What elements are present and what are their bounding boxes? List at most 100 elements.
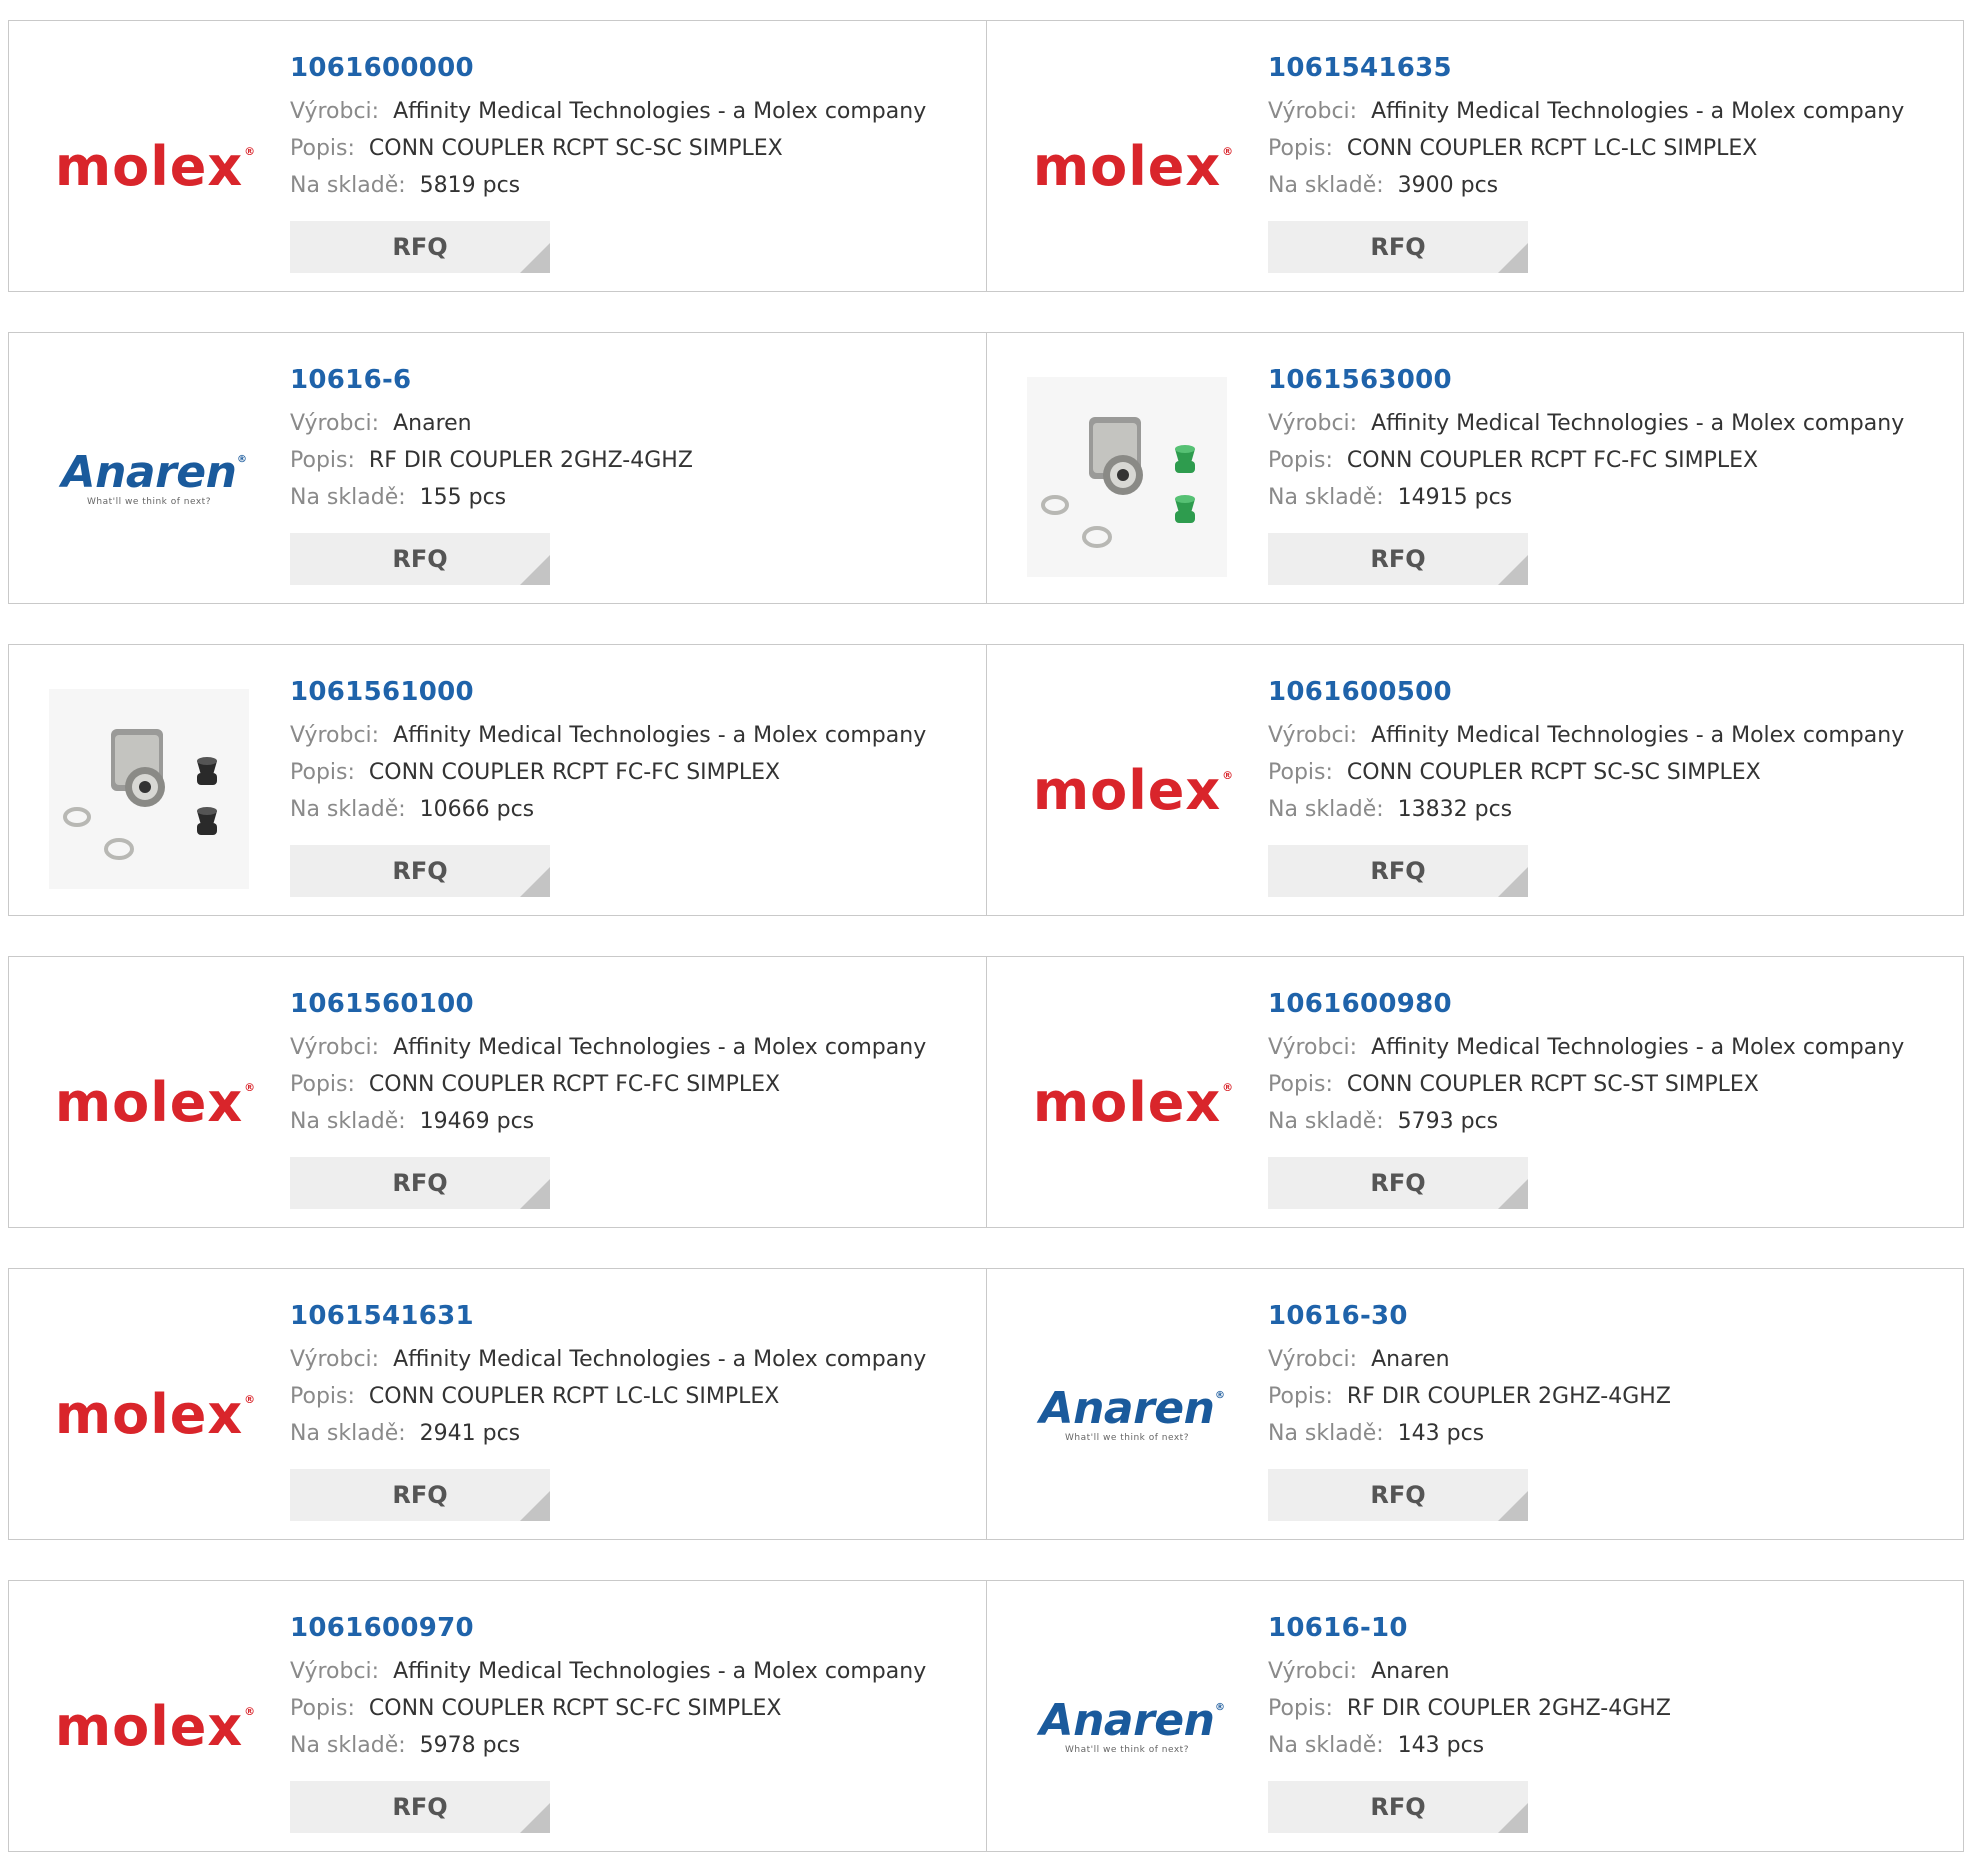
stock-line: Na skladě: 13832 pcs: [1268, 791, 1904, 828]
manufacturer-value: Affinity Medical Technologies - a Molex …: [393, 1659, 927, 1684]
manufacturer-line: Výrobci: Anaren: [1268, 1341, 1671, 1378]
description-line: Popis: CONN COUPLER RCPT SC-SC SIMPLEX: [290, 130, 926, 167]
product-info: 1061541631 Výrobci: Affinity Medical Tech…: [290, 1299, 926, 1452]
description-line: Popis: CONN COUPLER RCPT SC-ST SIMPLEX: [1268, 1066, 1904, 1103]
description-line: Popis: RF DIR COUPLER 2GHZ-4GHZ: [290, 442, 693, 479]
product-row: 1061561000 Výrobci: Affinity Medical Tech…: [8, 644, 1964, 916]
description-value: RF DIR COUPLER 2GHZ-4GHZ: [1346, 1384, 1671, 1409]
rfq-corner-decoration: [520, 867, 550, 897]
description-line: Popis: CONN COUPLER RCPT LC-LC SIMPLEX: [1268, 130, 1904, 167]
rfq-button[interactable]: RFQ: [1268, 1469, 1528, 1521]
stock-line: Na skladě: 143 pcs: [1268, 1415, 1671, 1452]
manufacturer-value: Anaren: [1371, 1659, 1450, 1684]
stock-label: Na skladě:: [290, 1109, 406, 1134]
product-thumbnail[interactable]: molex ®: [49, 67, 255, 267]
description-value: CONN COUPLER RCPT SC-FC SIMPLEX: [368, 1696, 782, 1721]
product-thumbnail[interactable]: molex ®: [1027, 67, 1233, 267]
manufacturer-label: Výrobci:: [290, 99, 380, 124]
manufacturer-line: Výrobci: Affinity Medical Technologies - …: [290, 717, 926, 754]
product-info: 1061600000 Výrobci: Affinity Medical Tech…: [290, 51, 926, 204]
product-thumbnail[interactable]: [1027, 377, 1227, 581]
product-photo: [1027, 377, 1227, 581]
rfq-corner-decoration: [1498, 1491, 1528, 1521]
manufacturer-label: Výrobci:: [290, 1035, 380, 1060]
product-thumbnail[interactable]: molex ®: [1027, 1003, 1233, 1203]
rfq-label: RFQ: [1370, 1793, 1426, 1821]
rfq-button[interactable]: RFQ: [290, 1469, 550, 1521]
product-thumbnail[interactable]: molex ®: [49, 1627, 256, 1827]
rfq-label: RFQ: [1370, 1481, 1426, 1509]
product-photo: [49, 689, 249, 893]
manufacturer-label: Výrobci:: [290, 411, 380, 436]
manufacturer-line: Výrobci: Affinity Medical Technologies - …: [1268, 717, 1904, 754]
rfq-button[interactable]: RFQ: [1268, 1781, 1528, 1833]
manufacturer-line: Výrobci: Affinity Medical Technologies - …: [290, 1653, 926, 1690]
product-card: Anaren ® What'll we think of next? 10616-6…: [9, 333, 986, 603]
description-value: RF DIR COUPLER 2GHZ-4GHZ: [368, 448, 693, 473]
description-line: Popis: CONN COUPLER RCPT FC-FC SIMPLEX: [1268, 442, 1904, 479]
stock-line: Na skladě: 155 pcs: [290, 479, 693, 516]
manufacturer-line: Výrobci: Anaren: [290, 405, 693, 442]
description-value: RF DIR COUPLER 2GHZ-4GHZ: [1346, 1696, 1671, 1721]
rfq-button[interactable]: RFQ: [1268, 533, 1528, 585]
product-thumbnail[interactable]: Anaren ® What'll we think of next?: [49, 379, 249, 579]
product-thumbnail[interactable]: Anaren ® What'll we think of next?: [1027, 1315, 1227, 1515]
part-number-link[interactable]: 10616-10: [1268, 1611, 1671, 1645]
stock-value: 5793 pcs: [1397, 1109, 1499, 1134]
description-label: Popis:: [290, 760, 355, 785]
description-label: Popis:: [1268, 1384, 1333, 1409]
rfq-button[interactable]: RFQ: [1268, 1157, 1528, 1209]
rfq-button[interactable]: RFQ: [290, 533, 550, 585]
manufacturer-line: Výrobci: Affinity Medical Technologies - …: [290, 93, 926, 130]
description-value: CONN COUPLER RCPT SC-ST SIMPLEX: [1346, 1072, 1759, 1097]
rfq-corner-decoration: [1498, 1803, 1528, 1833]
manufacturer-line: Výrobci: Affinity Medical Technologies - …: [1268, 405, 1904, 442]
part-number-link[interactable]: 1061600500: [1268, 675, 1904, 709]
product-thumbnail[interactable]: molex ®: [1027, 691, 1233, 891]
part-number-link[interactable]: 10616-30: [1268, 1299, 1671, 1333]
rfq-corner-decoration: [1498, 1179, 1528, 1209]
part-number-link[interactable]: 1061541635: [1268, 51, 1904, 85]
product-thumbnail[interactable]: [49, 689, 249, 893]
manufacturer-value: Affinity Medical Technologies - a Molex …: [1371, 1035, 1905, 1060]
rfq-button[interactable]: RFQ: [290, 845, 550, 897]
anaren-logo: Anaren ® What'll we think of next?: [1039, 1695, 1225, 1756]
rfq-button[interactable]: RFQ: [290, 1781, 550, 1833]
manufacturer-label: Výrobci:: [290, 1347, 380, 1372]
rfq-button[interactable]: RFQ: [290, 1157, 550, 1209]
description-label: Popis:: [1268, 760, 1333, 785]
part-number-link[interactable]: 1061560100: [290, 987, 926, 1021]
stock-label: Na skladě:: [1268, 1109, 1384, 1134]
rfq-corner-decoration: [520, 243, 550, 273]
stock-line: Na skladě: 19469 pcs: [290, 1103, 926, 1140]
rfq-corner-decoration: [520, 555, 550, 585]
manufacturer-label: Výrobci:: [1268, 99, 1358, 124]
molex-logo: molex ®: [54, 1695, 256, 1758]
part-number-link[interactable]: 1061600980: [1268, 987, 1904, 1021]
manufacturer-value: Affinity Medical Technologies - a Molex …: [393, 99, 927, 124]
part-number-link[interactable]: 1061561000: [290, 675, 926, 709]
product-info: 1061561000 Výrobci: Affinity Medical Tech…: [290, 675, 926, 828]
part-number-link[interactable]: 1061563000: [1268, 363, 1904, 397]
product-thumbnail[interactable]: Anaren ® What'll we think of next?: [1027, 1627, 1227, 1827]
part-number-link[interactable]: 1061600000: [290, 51, 926, 85]
product-row: molex ® 1061560100 Výrobci: Affinity Medic…: [8, 956, 1964, 1228]
product-thumbnail[interactable]: molex ®: [49, 1003, 255, 1203]
description-value: CONN COUPLER RCPT FC-FC SIMPLEX: [368, 760, 781, 785]
rfq-button[interactable]: RFQ: [290, 221, 550, 273]
manufacturer-line: Výrobci: Anaren: [1268, 1653, 1671, 1690]
product-row: molex ® 1061600000 Výrobci: Affinity Medic…: [8, 20, 1964, 292]
rfq-label: RFQ: [392, 545, 448, 573]
part-number-link[interactable]: 1061600970: [290, 1611, 926, 1645]
part-number-link[interactable]: 1061541631: [290, 1299, 926, 1333]
rfq-button[interactable]: RFQ: [1268, 845, 1528, 897]
stock-line: Na skladě: 5793 pcs: [1268, 1103, 1904, 1140]
description-value: CONN COUPLER RCPT SC-SC SIMPLEX: [368, 136, 783, 161]
product-thumbnail[interactable]: molex ®: [49, 1315, 255, 1515]
stock-label: Na skladě:: [290, 173, 406, 198]
part-number-link[interactable]: 10616-6: [290, 363, 693, 397]
stock-value: 3900 pcs: [1397, 173, 1499, 198]
description-label: Popis:: [290, 136, 355, 161]
stock-value: 5819 pcs: [419, 173, 521, 198]
rfq-button[interactable]: RFQ: [1268, 221, 1528, 273]
